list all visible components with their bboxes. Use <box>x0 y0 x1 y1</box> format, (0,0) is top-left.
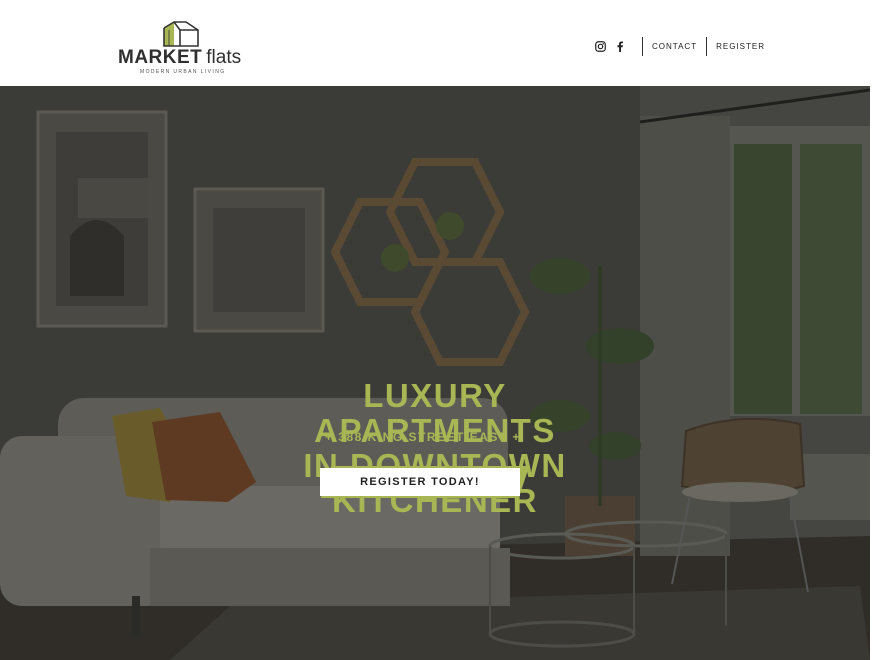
headline-line: LUXURY <box>363 377 507 414</box>
top-nav: CONTACT REGISTER <box>593 37 765 56</box>
hero-section: LUXURY APARTMENTS IN DOWNTOWN KITCHENER … <box>0 86 870 660</box>
instagram-icon[interactable] <box>593 40 607 54</box>
register-today-button[interactable]: REGISTER TODAY! <box>320 468 520 496</box>
logo-wordmark: MARKET flats <box>118 48 241 68</box>
facebook-icon[interactable] <box>613 40 627 54</box>
nav-divider <box>706 37 708 56</box>
nav-divider <box>642 37 644 56</box>
hero-address: + 388 KING STREET EAST + <box>324 430 522 444</box>
market-flats-logo[interactable]: MARKET flats MODERN URBAN LIVING <box>118 18 242 76</box>
cta-container: REGISTER TODAY! <box>320 466 530 498</box>
page-edge-strip <box>870 86 880 660</box>
living-room-background-image <box>0 86 870 660</box>
logo-name-bold: MARKET <box>118 47 203 68</box>
building-logo-icon <box>163 21 199 47</box>
contact-link[interactable]: CONTACT <box>652 42 697 51</box>
logo-name-light: flats <box>206 47 242 68</box>
logo-tagline: MODERN URBAN LIVING <box>140 69 226 75</box>
register-link[interactable]: REGISTER <box>716 42 765 51</box>
site-header: MARKET flats MODERN URBAN LIVING CONTACT … <box>0 0 880 86</box>
